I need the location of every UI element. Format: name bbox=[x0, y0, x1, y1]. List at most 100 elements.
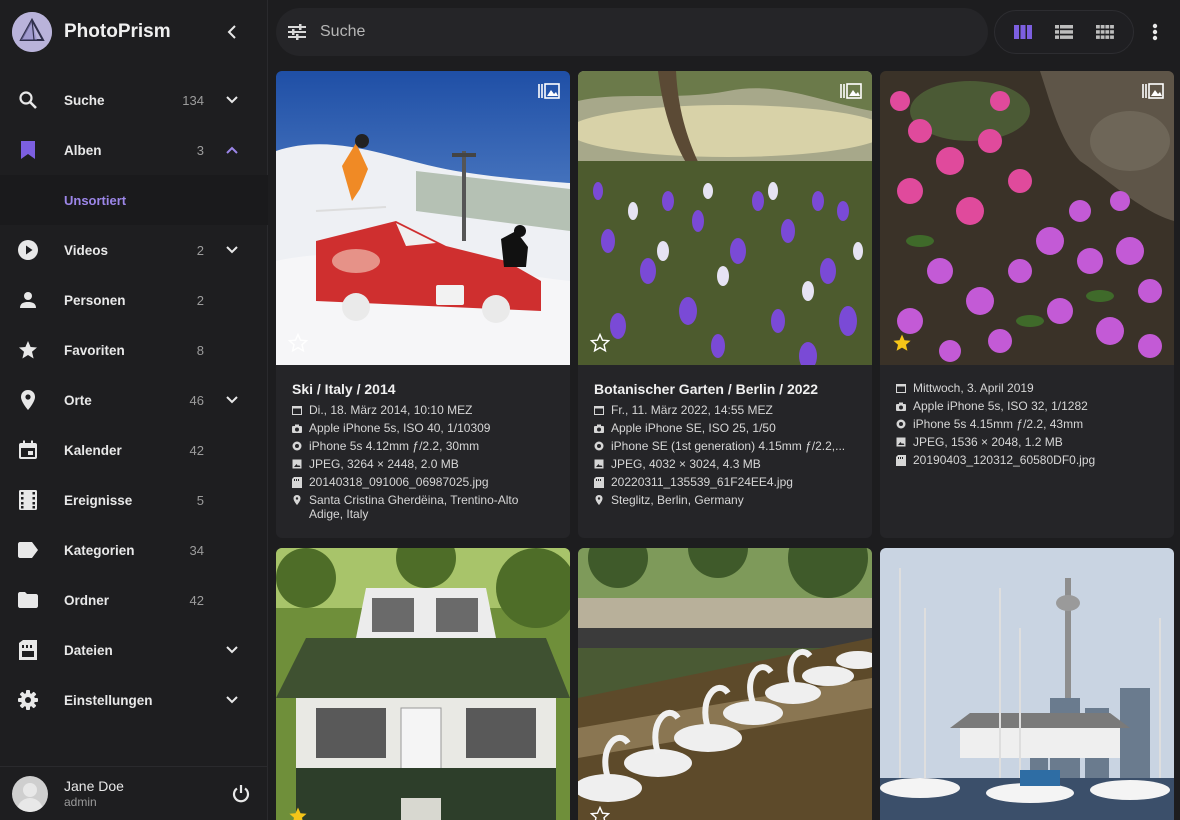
photo-stack-icon bbox=[538, 83, 560, 99]
photo-thumbnail-crocus[interactable] bbox=[578, 71, 872, 365]
map-pin-icon bbox=[594, 493, 604, 507]
sidebar-item-label: Kategorien bbox=[64, 542, 135, 558]
photo-thumbnail-primroses[interactable] bbox=[880, 71, 1174, 365]
meta-lens: iPhone SE (1st generation) 4.15mm ƒ/2.2,… bbox=[594, 439, 856, 453]
camera-icon bbox=[594, 421, 604, 435]
film-icon bbox=[18, 490, 38, 510]
sidebar-item-label: Dateien bbox=[64, 642, 113, 658]
sidebar-item-label: Ordner bbox=[64, 592, 110, 608]
photo-card[interactable] bbox=[276, 548, 570, 820]
photo-info: Botanischer Garten / Berlin / 2022 Fr., … bbox=[578, 365, 872, 525]
meta-location: Steglitz, Berlin, Germany bbox=[594, 493, 856, 507]
photo-card[interactable] bbox=[578, 548, 872, 820]
photo-thumbnail-harbor-tower[interactable] bbox=[880, 548, 1174, 820]
meta-lens: iPhone 5s 4.15mm ƒ/2.2, 43mm bbox=[896, 417, 1158, 431]
photo-card[interactable]: Ski / Italy / 2014 Di., 18. März 2014, 1… bbox=[276, 71, 570, 538]
chevron-down-icon[interactable] bbox=[224, 242, 240, 258]
more-vertical-icon[interactable] bbox=[1144, 20, 1166, 44]
sidebar-item-count: 2 bbox=[196, 292, 204, 308]
sidebar-item-folders[interactable]: Ordner 42 bbox=[0, 575, 268, 625]
logout-power-icon[interactable] bbox=[230, 783, 252, 805]
sidebar-item-label: Favoriten bbox=[64, 342, 125, 358]
meta-file: JPEG, 1536 × 2048, 1.2 MB bbox=[896, 435, 1158, 449]
sidebar-item-label: Videos bbox=[64, 242, 109, 258]
bookmark-icon bbox=[18, 140, 38, 160]
sidebar-item-places[interactable]: Orte 46 bbox=[0, 375, 268, 425]
photo-stack-icon bbox=[1142, 83, 1164, 99]
sidebar-item-files[interactable]: Dateien bbox=[0, 625, 268, 675]
chevron-down-icon[interactable] bbox=[224, 642, 240, 658]
file-icon bbox=[896, 453, 906, 467]
meta-date: Mittwoch, 3. April 2019 bbox=[896, 381, 1158, 395]
sidebar-item-settings[interactable]: Einstellungen bbox=[0, 675, 268, 725]
map-pin-icon bbox=[18, 390, 38, 410]
sidebar-item-albums[interactable]: Alben 3 bbox=[0, 125, 268, 175]
photo-stack-icon bbox=[840, 83, 862, 99]
photo-card[interactable]: Botanischer Garten / Berlin / 2022 Fr., … bbox=[578, 71, 872, 538]
favorite-star-filled-icon[interactable] bbox=[288, 806, 308, 820]
sidebar-item-videos[interactable]: Videos 2 bbox=[0, 225, 268, 275]
person-icon bbox=[18, 290, 38, 310]
view-mosaic-icon[interactable] bbox=[1091, 18, 1119, 46]
image-icon bbox=[594, 457, 604, 471]
collapse-sidebar-chevron-left-icon[interactable] bbox=[220, 20, 244, 44]
photoprism-logo-icon[interactable] bbox=[12, 12, 52, 52]
calendar-icon bbox=[18, 440, 38, 460]
favorite-star-outline-icon[interactable] bbox=[590, 806, 610, 820]
photo-info: Ski / Italy / 2014 Di., 18. März 2014, 1… bbox=[276, 365, 570, 538]
filter-sliders-icon[interactable] bbox=[286, 21, 308, 43]
view-cards-icon[interactable] bbox=[1009, 18, 1037, 46]
sidebar-subitem-unsorted[interactable]: Unsortiert bbox=[0, 175, 268, 225]
calendar-icon bbox=[292, 403, 302, 417]
avatar[interactable] bbox=[12, 775, 48, 812]
user-name: Jane Doe bbox=[64, 778, 124, 794]
favorite-star-outline-icon[interactable] bbox=[288, 333, 308, 353]
sidebar-item-label: Einstellungen bbox=[64, 692, 153, 708]
chevron-down-icon[interactable] bbox=[224, 92, 240, 108]
lens-aperture-icon bbox=[896, 417, 906, 431]
favorite-star-filled-icon[interactable] bbox=[892, 333, 912, 353]
meta-camera: Apple iPhone 5s, ISO 40, 1/10309 bbox=[292, 421, 554, 435]
app-title: PhotoPrism bbox=[64, 21, 171, 42]
meta-location: Santa Cristina Gherdëina, Trentino-Alto … bbox=[292, 493, 554, 521]
view-list-icon[interactable] bbox=[1050, 18, 1078, 46]
photo-card[interactable]: Mittwoch, 3. April 2019 Apple iPhone 5s,… bbox=[880, 71, 1174, 538]
image-icon bbox=[292, 457, 302, 471]
search-toolbar bbox=[276, 8, 988, 56]
sidebar-item-label: Orte bbox=[64, 392, 92, 408]
user-role: admin bbox=[64, 795, 97, 809]
star-icon bbox=[18, 340, 38, 360]
sidebar-item-events[interactable]: Ereignisse 5 bbox=[0, 475, 268, 525]
search-input[interactable] bbox=[320, 23, 920, 41]
meta-date: Fr., 11. März 2022, 14:55 MEZ bbox=[594, 403, 856, 417]
sidebar-item-people[interactable]: Personen 2 bbox=[0, 275, 268, 325]
photo-thumbnail-ski[interactable] bbox=[276, 71, 570, 365]
search-icon bbox=[18, 90, 38, 110]
meta-date: Di., 18. März 2014, 10:10 MEZ bbox=[292, 403, 554, 417]
meta-camera: Apple iPhone 5s, ISO 32, 1/1282 bbox=[896, 399, 1158, 413]
sidebar-subitem-label: Unsortiert bbox=[64, 192, 127, 208]
brand: PhotoPrism bbox=[0, 0, 268, 64]
photo-grid: Ski / Italy / 2014 Di., 18. März 2014, 1… bbox=[276, 71, 1174, 820]
meta-lens: iPhone 5s 4.12mm ƒ/2.2, 30mm bbox=[292, 439, 554, 453]
photo-thumbnail-cottage[interactable] bbox=[276, 548, 570, 820]
photo-card[interactable] bbox=[880, 548, 1174, 820]
sidebar-item-count: 42 bbox=[189, 592, 204, 608]
sidebar-item-categories[interactable]: Kategorien 34 bbox=[0, 525, 268, 575]
chevron-down-icon[interactable] bbox=[224, 392, 240, 408]
sidebar-item-count: 134 bbox=[182, 92, 204, 108]
user-panel[interactable]: Jane Doe admin bbox=[0, 766, 268, 820]
label-tag-icon bbox=[18, 540, 38, 560]
camera-icon bbox=[896, 399, 906, 413]
sidebar-item-favorites[interactable]: Favoriten 8 bbox=[0, 325, 268, 375]
sidebar-item-label: Ereignisse bbox=[64, 492, 133, 508]
photo-thumbnail-swan-boats[interactable] bbox=[578, 548, 872, 820]
chevron-up-icon[interactable] bbox=[224, 142, 240, 158]
favorite-star-outline-icon[interactable] bbox=[590, 333, 610, 353]
sidebar-item-count: 8 bbox=[196, 342, 204, 358]
lens-aperture-icon bbox=[292, 439, 302, 453]
sidebar-item-search[interactable]: Suche 134 bbox=[0, 75, 268, 125]
chevron-down-icon[interactable] bbox=[224, 692, 240, 708]
view-switcher bbox=[994, 10, 1134, 54]
sidebar-item-calendar[interactable]: Kalender 42 bbox=[0, 425, 268, 475]
